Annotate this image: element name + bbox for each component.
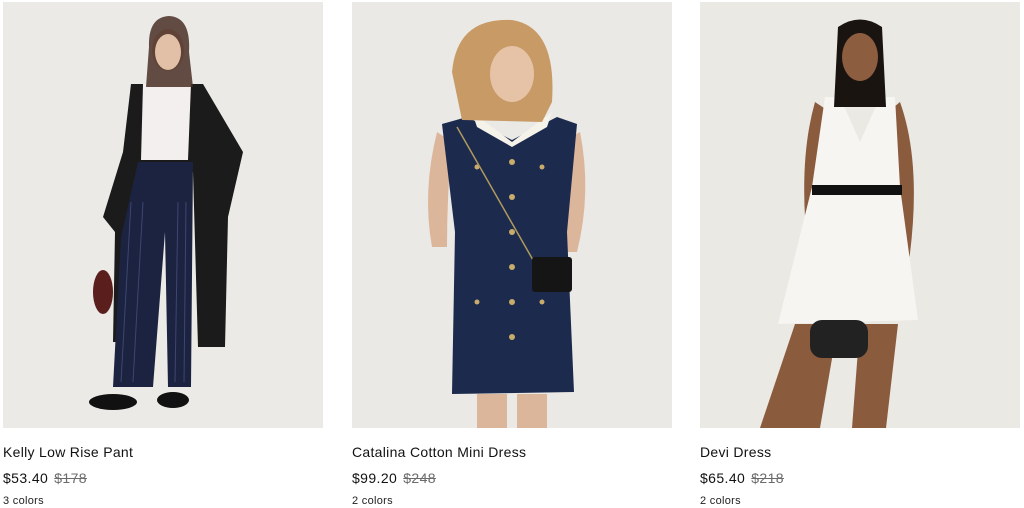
sale-price: $99.20 bbox=[352, 470, 398, 486]
color-count[interactable]: 3 colors bbox=[3, 494, 323, 508]
product-photo-catalina bbox=[352, 2, 672, 428]
original-price: $178 bbox=[54, 470, 87, 486]
product-card[interactable]: Catalina Cotton Mini Dress $99.20 $248 2 … bbox=[352, 2, 672, 508]
product-image-devi-dress[interactable] bbox=[700, 2, 1020, 428]
product-name[interactable]: Devi Dress bbox=[700, 443, 1020, 461]
original-price: $218 bbox=[751, 470, 784, 486]
product-prices: $53.40 $178 bbox=[3, 469, 323, 487]
product-prices: $99.20 $248 bbox=[352, 469, 672, 487]
color-count[interactable]: 2 colors bbox=[352, 494, 672, 508]
sale-price: $65.40 bbox=[700, 470, 746, 486]
product-name[interactable]: Kelly Low Rise Pant bbox=[3, 443, 323, 461]
product-name[interactable]: Catalina Cotton Mini Dress bbox=[352, 443, 672, 461]
product-card[interactable]: Devi Dress $65.40 $218 2 colors bbox=[700, 2, 1020, 508]
color-count[interactable]: 2 colors bbox=[700, 494, 1020, 508]
sale-price: $53.40 bbox=[3, 470, 49, 486]
product-prices: $65.40 $218 bbox=[700, 469, 1020, 487]
product-image-kelly-low-rise-pant[interactable] bbox=[3, 2, 323, 428]
product-photo-kelly bbox=[3, 2, 323, 428]
original-price: $248 bbox=[403, 470, 436, 486]
product-image-catalina-cotton-mini-dress[interactable] bbox=[352, 2, 672, 428]
product-photo-devi bbox=[700, 2, 1020, 428]
product-card[interactable]: Kelly Low Rise Pant $53.40 $178 3 colors bbox=[3, 2, 323, 508]
product-grid: Kelly Low Rise Pant $53.40 $178 3 colors bbox=[0, 0, 1024, 507]
